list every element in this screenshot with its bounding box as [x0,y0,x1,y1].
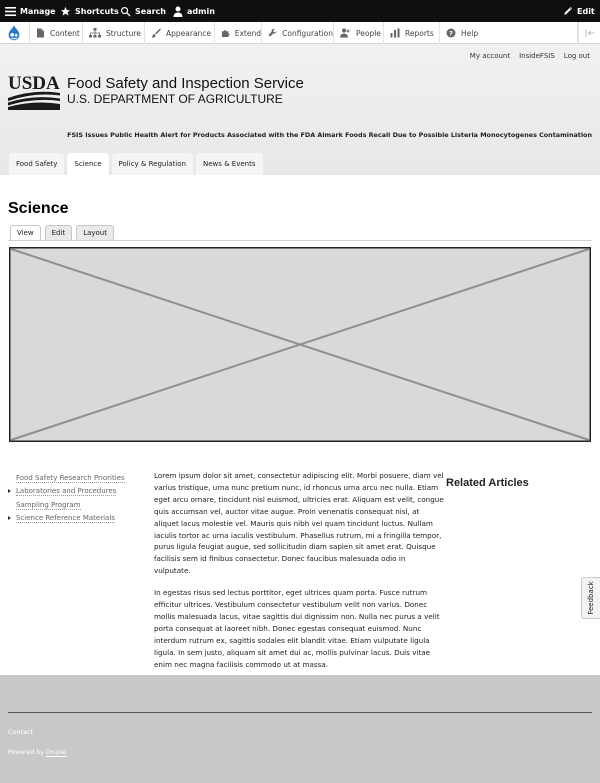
search-label: Search [135,6,166,16]
admin-menu-label: Configuration [282,28,333,38]
paint-brush-icon [151,28,161,38]
admin-menu-extend[interactable]: Extend [215,22,262,44]
puzzle-icon [221,30,230,37]
admin-menu-appearance[interactable]: Appearance [145,22,215,44]
star-icon [60,6,71,16]
insidefsis-link[interactable]: InsideFSIS [519,52,555,60]
admin-menu-label: People [356,28,381,38]
sidebar-item-research-priorities[interactable]: Food Safety Research Priorities [8,472,138,485]
edit-toggle-button[interactable]: Edit [563,0,595,22]
tabs-divider [8,240,592,241]
nav-tab-food-safety[interactable]: Food Safety [9,153,65,175]
powered-by-text: Powered by [8,749,46,756]
expand-arrow-icon [8,489,11,494]
user-label: admin [187,6,215,16]
people-icon [340,28,350,38]
my-account-link[interactable]: My account [470,52,510,60]
sidebar-item-label: Science Reference Materials [16,514,115,524]
tab-layout[interactable]: Layout [76,225,114,240]
admin-menu-label: Help [461,28,479,38]
document-icon [37,28,44,38]
wrench-icon [268,28,277,37]
user-button[interactable]: admin [173,0,215,22]
site-slogan: U.S. DEPARTMENT OF AGRICULTURE [67,92,283,106]
body-paragraph: In egestas risus sed lectus porttitor, e… [154,588,440,669]
sidebar-menu: Food Safety Research Priorities Laborato… [8,472,138,525]
admin-menu-label: Appearance [166,28,212,38]
admin-toolbar: Manage Shortcuts Search admin Edit [0,0,600,22]
manage-label: Manage [20,6,56,16]
svg-text:?: ? [449,29,453,37]
search-button[interactable]: Search [120,0,166,22]
admin-menu-structure[interactable]: Structure [83,22,145,44]
body-content: Lorem ipsum dolor sit amet, consectetur … [154,470,444,671]
orientation-toggle-icon [585,29,595,37]
nav-tab-news-events[interactable]: News & Events [195,153,263,175]
admin-menu-content[interactable]: Content [30,22,83,44]
sidebar-item-science-reference-materials[interactable]: Science Reference Materials [8,512,138,525]
main-navigation: Food Safety Science Policy & Regulation … [9,153,263,175]
hamburger-icon [5,6,16,16]
admin-menu-help[interactable]: ? Help [440,22,578,44]
footer-divider [8,712,592,713]
page-title: Science [8,200,69,217]
edit-label: Edit [577,6,595,16]
secondary-menu: My account InsideFSIS Log out [470,52,590,60]
admin-menu-label: Extend [234,28,261,38]
related-articles-heading: Related Articles [446,477,529,489]
body-paragraph: Lorem ipsum dolor sit amet, consectetur … [154,471,444,576]
drupal-link[interactable]: Drupal [45,749,67,757]
search-icon [121,6,131,17]
shortcuts-label: Shortcuts [75,6,119,16]
feedback-button[interactable]: Feedback [581,577,600,619]
alert-link[interactable]: FSIS Issues Public Health Alert for Prod… [67,131,592,139]
sidebar-item-label: Sampling Program [16,500,81,510]
admin-menu-label: Reports [405,28,434,38]
tab-view[interactable]: View [10,225,41,240]
nav-tab-policy-regulation[interactable]: Policy & Regulation [111,153,193,175]
tab-edit[interactable]: Edit [44,225,73,240]
manage-button[interactable]: Manage [5,0,56,22]
toolbar-orientation-toggle[interactable] [578,22,600,44]
admin-menu-label: Structure [106,28,141,38]
admin-menu-tray: Content Structure Appearance Extend Conf… [0,22,600,44]
footer-contact-link[interactable]: Contact [8,728,33,736]
admin-menu-configuration[interactable]: Configuration [262,22,334,44]
home-link[interactable] [0,22,30,44]
sidebar-item-laboratories-procedures[interactable]: Laboratories and Procedures [8,485,138,498]
sidebar-item-label: Laboratories and Procedures [16,487,117,497]
help-icon: ? [446,28,456,38]
drupal-drop-icon [8,24,20,41]
site-footer [0,675,600,783]
hero-image-placeholder [9,247,591,442]
bar-chart-icon [390,28,400,38]
nav-tab-science[interactable]: Science [67,153,109,175]
local-tasks: View Edit Layout [10,225,114,240]
user-icon [173,6,183,17]
sitemap-icon [89,28,101,38]
expand-arrow-icon [8,515,11,520]
admin-menu-reports[interactable]: Reports [384,22,440,44]
usda-logo-text: USDA [8,73,60,94]
feedback-label: Feedback [587,581,595,615]
shortcuts-button[interactable]: Shortcuts [60,0,119,22]
site-name[interactable]: Food Safety and Inspection Service [67,75,304,92]
pencil-icon [564,6,573,15]
log-out-link[interactable]: Log out [564,52,590,60]
footer-powered-by: Powered by Drupal [8,749,67,757]
admin-menu-label: Content [50,28,80,38]
sidebar-item-label: Food Safety Research Priorities [16,474,125,484]
sidebar-item-sampling-program[interactable]: Sampling Program [8,499,138,512]
admin-menu-people[interactable]: People [334,22,384,44]
usda-logo[interactable]: USDA [8,72,60,110]
